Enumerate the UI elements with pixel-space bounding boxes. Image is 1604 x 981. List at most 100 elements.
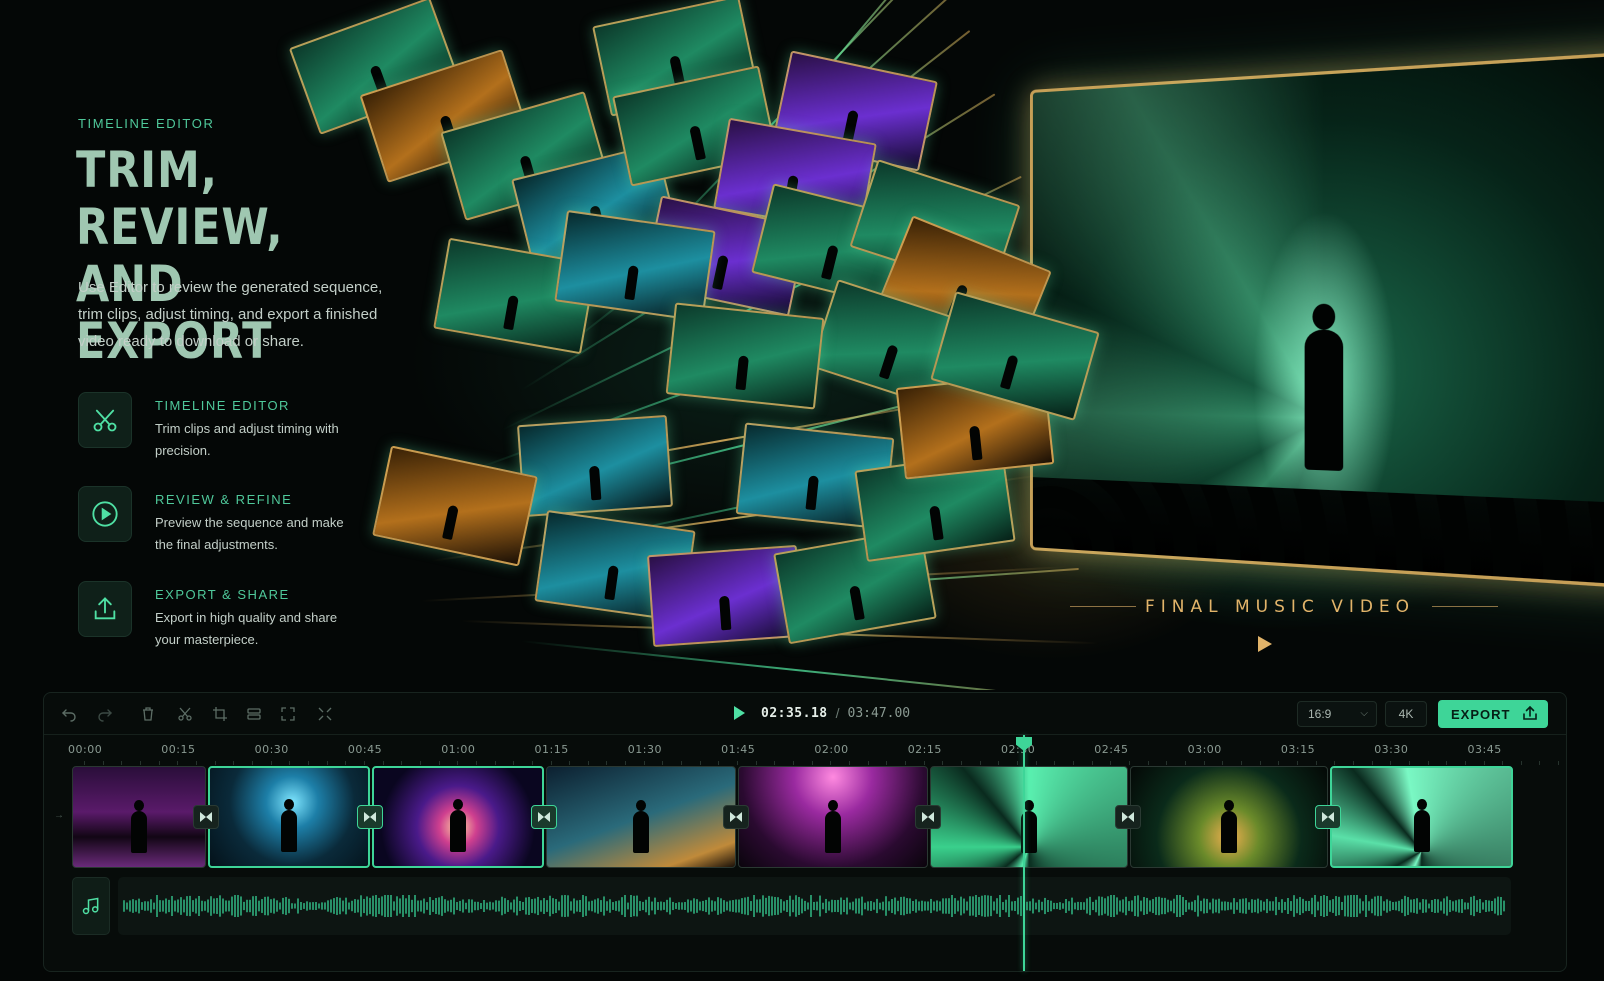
performer-silhouette bbox=[1304, 329, 1344, 472]
ruler-minor-tick bbox=[755, 761, 757, 765]
ruler-tick-label: 01:45 bbox=[721, 743, 756, 756]
video-clip[interactable] bbox=[372, 766, 544, 868]
light-streak bbox=[519, 640, 1078, 690]
ruler-minor-tick bbox=[1240, 761, 1242, 765]
feature-description: Export in high quality and share your ma… bbox=[155, 610, 338, 647]
ruler-tick-label: 02:45 bbox=[1094, 743, 1129, 756]
transition-icon[interactable] bbox=[531, 805, 557, 829]
ruler-minor-tick bbox=[1072, 761, 1074, 765]
aspect-ratio-value: 16:9 bbox=[1308, 707, 1332, 721]
scissors-icon[interactable] bbox=[174, 703, 196, 725]
export-button[interactable]: EXPORT bbox=[1438, 700, 1548, 728]
section-eyebrow: TIMELINE EDITOR bbox=[78, 116, 215, 131]
ruler-minor-tick bbox=[475, 761, 477, 765]
ruler-minor-tick bbox=[1446, 761, 1448, 765]
redo-icon[interactable] bbox=[94, 703, 116, 725]
ruler-minor-tick bbox=[625, 761, 627, 765]
ruler-tick-label: 03:45 bbox=[1467, 743, 1502, 756]
undo-icon[interactable] bbox=[58, 703, 80, 725]
ruler-minor-tick bbox=[606, 761, 608, 765]
ruler-minor-tick bbox=[1035, 761, 1037, 765]
ruler-minor-tick bbox=[849, 761, 851, 765]
crop-icon[interactable] bbox=[209, 703, 231, 725]
video-clip[interactable] bbox=[930, 766, 1128, 868]
ruler-minor-tick bbox=[793, 761, 795, 765]
video-clip[interactable] bbox=[738, 766, 928, 868]
trash-icon[interactable] bbox=[137, 703, 159, 725]
ruler-minor-tick bbox=[961, 761, 963, 765]
ruler-tick-label: 01:30 bbox=[627, 743, 662, 756]
ruler-tick-label: 00:30 bbox=[254, 743, 289, 756]
final-play-icon[interactable] bbox=[1258, 636, 1272, 652]
ruler-minor-tick bbox=[1558, 761, 1560, 765]
video-clip[interactable] bbox=[546, 766, 736, 868]
aspect-ratio-select[interactable]: 16:9 ⌵ bbox=[1297, 701, 1377, 727]
ruler-minor-tick bbox=[1278, 761, 1280, 765]
transition-icon[interactable] bbox=[1115, 805, 1141, 829]
ruler-minor-tick bbox=[886, 761, 888, 765]
waveform-graphic bbox=[123, 895, 1505, 917]
transition-icon[interactable] bbox=[193, 805, 219, 829]
transition-icon[interactable] bbox=[357, 805, 383, 829]
feature-title: TIMELINE EDITOR bbox=[155, 398, 290, 413]
ruler-minor-tick bbox=[1371, 761, 1373, 765]
shrink-icon[interactable] bbox=[314, 703, 336, 725]
ruler-minor-tick bbox=[419, 761, 421, 765]
transition-icon[interactable] bbox=[1315, 805, 1341, 829]
ruler-minor-tick bbox=[699, 761, 701, 765]
final-label-rule-left bbox=[1070, 606, 1136, 607]
resolution-button[interactable]: 4K bbox=[1385, 701, 1427, 727]
music-note-icon[interactable] bbox=[72, 877, 110, 935]
split-icon[interactable] bbox=[243, 703, 265, 725]
ruler-tick-label: 01:00 bbox=[441, 743, 476, 756]
ruler-minor-tick bbox=[1259, 761, 1261, 765]
ruler-minor-tick bbox=[289, 761, 291, 765]
ruler-minor-tick bbox=[681, 761, 683, 765]
ruler-minor-tick bbox=[1520, 761, 1522, 765]
ruler-minor-tick bbox=[1166, 761, 1168, 765]
feature-description: Preview the sequence and make the final … bbox=[155, 515, 344, 552]
audio-waveform[interactable] bbox=[118, 877, 1511, 935]
clip-thumbnail-figure bbox=[1413, 799, 1430, 852]
ruler-minor-tick bbox=[1128, 761, 1130, 765]
video-clip[interactable] bbox=[1130, 766, 1328, 868]
ruler-minor-tick bbox=[307, 761, 309, 765]
playhead-line bbox=[1023, 735, 1025, 971]
video-track bbox=[72, 766, 1513, 868]
video-clip[interactable] bbox=[208, 766, 370, 868]
transition-icon[interactable] bbox=[723, 805, 749, 829]
ruler-minor-tick bbox=[1054, 761, 1056, 765]
ruler-minor-tick bbox=[905, 761, 907, 765]
ruler-minor-tick bbox=[513, 761, 515, 765]
video-clip[interactable] bbox=[72, 766, 206, 868]
video-clip[interactable] bbox=[1330, 766, 1513, 868]
final-video-screen bbox=[1030, 49, 1604, 591]
time-ruler[interactable]: 00:00 00:15 00:30 00:45 01:00 01:15 01:30 01:45… bbox=[44, 735, 1566, 765]
current-timecode: 02:35.18 bbox=[761, 705, 828, 721]
final-video-label: FINAL MUSIC VIDEO bbox=[1145, 597, 1416, 617]
ruler-tick-label: 03:00 bbox=[1187, 743, 1222, 756]
title-line-1: TRIM, REVIEW, bbox=[76, 141, 284, 256]
ruler-minor-tick bbox=[643, 761, 645, 765]
transition-icon[interactable] bbox=[915, 805, 941, 829]
ruler-minor-tick bbox=[1352, 761, 1354, 765]
ruler-minor-tick bbox=[214, 761, 216, 765]
timecode-separator: / bbox=[835, 705, 840, 721]
ruler-minor-tick bbox=[587, 761, 589, 765]
clip-thumbnail-figure bbox=[633, 800, 649, 853]
ruler-minor-tick bbox=[569, 761, 571, 765]
ruler-minor-tick bbox=[998, 761, 1000, 765]
ruler-minor-tick bbox=[1110, 761, 1112, 765]
expand-icon[interactable] bbox=[277, 703, 299, 725]
ruler-minor-tick bbox=[177, 761, 179, 765]
ruler-minor-tick bbox=[363, 761, 365, 765]
ruler-minor-tick bbox=[1539, 761, 1541, 765]
clip-thumbnail-figure bbox=[1221, 800, 1237, 853]
final-label-rule-right bbox=[1432, 606, 1498, 607]
ruler-minor-tick bbox=[1408, 761, 1410, 765]
play-icon[interactable] bbox=[734, 706, 745, 720]
ruler-minor-tick bbox=[84, 761, 85, 765]
ruler-minor-tick bbox=[942, 761, 944, 765]
ruler-minor-tick bbox=[233, 761, 235, 765]
ruler-minor-tick bbox=[382, 761, 384, 765]
